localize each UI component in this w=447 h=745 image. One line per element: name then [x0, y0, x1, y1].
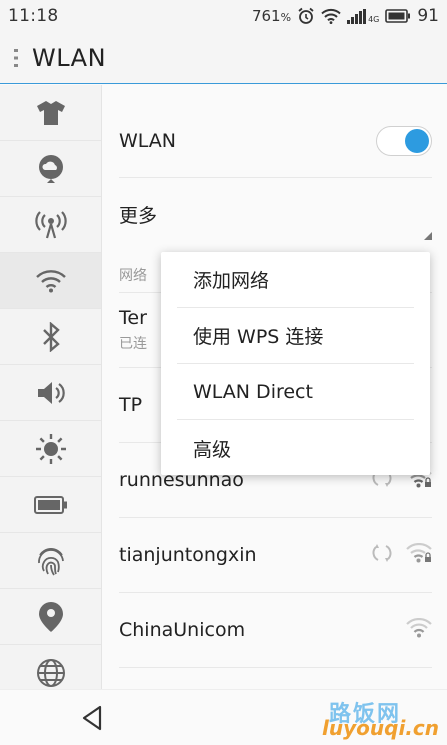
sidebar-item-battery[interactable]: [0, 477, 101, 533]
wifi-status-icon: [321, 8, 341, 24]
menu-item-wps-connect[interactable]: 使用 WPS 连接: [177, 308, 414, 364]
sidebar-item-hotspot[interactable]: [0, 197, 101, 253]
menu-item-advanced[interactable]: 高级: [177, 420, 414, 476]
fingerprint-icon: [36, 545, 66, 577]
wlan-label: WLAN: [119, 130, 177, 152]
sidebar-item-fingerprint[interactable]: [0, 533, 101, 589]
alarm-icon: [297, 7, 315, 25]
settings-category-rail: [0, 85, 102, 689]
battery-icon: [33, 495, 68, 514]
sidebar-item-cloud[interactable]: [0, 141, 101, 197]
wlan-toggle-row[interactable]: WLAN: [119, 105, 432, 178]
location-icon: [38, 601, 64, 633]
sidebar-item-wlan[interactable]: [0, 253, 101, 309]
cloud-icon: [36, 154, 66, 184]
sidebar-item-display[interactable]: [0, 421, 101, 477]
bluetooth-icon: [41, 321, 61, 352]
wlan-toggle[interactable]: [376, 126, 432, 156]
wifi-icon: [35, 269, 67, 293]
watermark-logo: 路饭网 luyouqi.cn: [301, 696, 441, 740]
back-icon[interactable]: [80, 704, 104, 736]
network-row[interactable]: tianjuntongxin: [119, 518, 432, 593]
sidebar-item-language[interactable]: [0, 645, 101, 689]
more-row[interactable]: 更多: [119, 178, 432, 250]
network-row[interactable]: ChinaUnicom: [119, 593, 432, 668]
signal-icon: 4G: [347, 8, 379, 24]
app-bar: WLAN: [0, 32, 447, 84]
toggle-knob: [405, 129, 429, 153]
network-speed: 761%: [251, 7, 292, 25]
sidebar-item-location[interactable]: [0, 589, 101, 645]
globe-icon: [36, 658, 66, 688]
tshirt-icon: [36, 100, 66, 126]
sidebar-item-personalize[interactable]: [0, 85, 101, 141]
clock: 11:18: [8, 6, 59, 26]
battery-status-icon: [385, 9, 411, 23]
wifi-signal-icon: [406, 617, 432, 642]
page-title: WLAN: [32, 43, 107, 72]
watermark-en: luyouqi.cn: [322, 716, 439, 740]
corner-triangle-icon: [424, 225, 432, 244]
drawer-menu-icon[interactable]: [0, 32, 32, 84]
overflow-menu: 添加网络 使用 WPS 连接 WLAN Direct 高级: [161, 252, 430, 475]
status-bar: 11:18 761% 4G 91: [0, 0, 447, 32]
network-name: ChinaUnicom: [119, 619, 246, 641]
menu-item-wlan-direct[interactable]: WLAN Direct: [177, 364, 414, 420]
sidebar-item-bluetooth[interactable]: [0, 309, 101, 365]
hotspot-icon: [34, 210, 67, 239]
sidebar-item-sound[interactable]: [0, 365, 101, 421]
refresh-icon: [372, 542, 392, 568]
menu-item-add-network[interactable]: 添加网络: [177, 252, 414, 308]
network-name: tianjuntongxin: [119, 544, 257, 566]
more-label: 更多: [119, 204, 158, 227]
volume-icon: [36, 380, 66, 406]
battery-level: 91: [417, 6, 439, 26]
brightness-icon: [35, 433, 67, 465]
wifi-locked-icon: [406, 542, 432, 567]
